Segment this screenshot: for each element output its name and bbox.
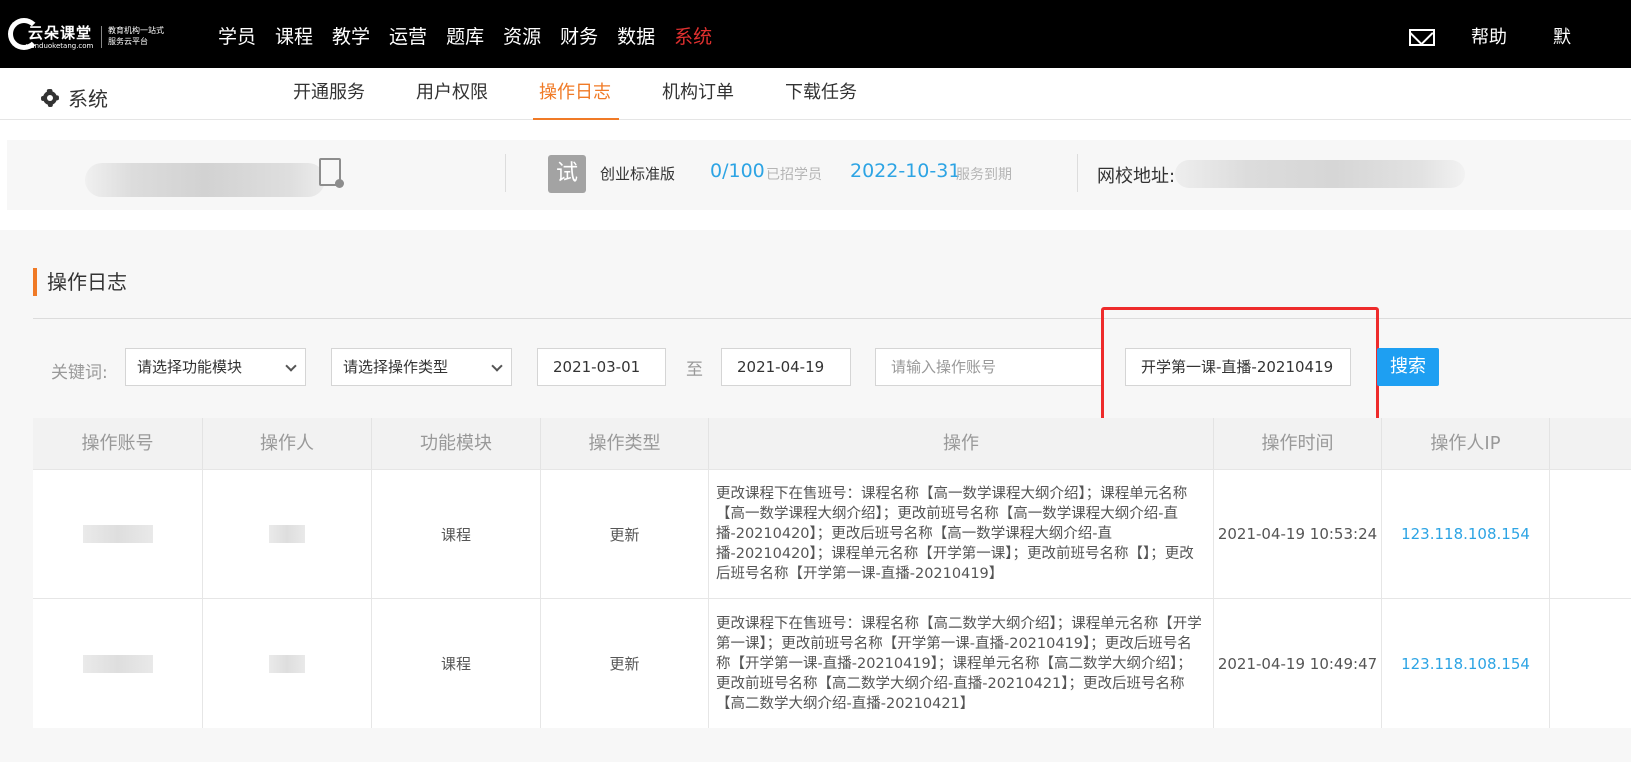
help-link[interactable]: 帮助 xyxy=(1471,23,1507,49)
tab-org-orders[interactable]: 机构订单 xyxy=(662,68,734,120)
keyword-label: 关键词: xyxy=(51,363,108,383)
col-header-time: 操作时间 xyxy=(1214,418,1382,470)
table-row: 课程 更新 更改课程下在售班号：课程名称【高二数学大纲介绍】；课程单元名称【开学… xyxy=(33,598,1631,728)
nav-item-question-bank[interactable]: 题库 xyxy=(446,22,484,49)
main-nav: 学员 课程 教学 运营 题库 资源 财务 数据 系统 xyxy=(218,22,731,49)
mail-icon[interactable] xyxy=(1409,29,1435,46)
cell-type: 更新 xyxy=(541,470,709,598)
user-menu[interactable]: 默 xyxy=(1553,23,1571,49)
blurred-account xyxy=(82,654,153,673)
highlight-box xyxy=(1101,307,1379,426)
chevron-down-icon xyxy=(285,360,297,372)
page-title: 操作日志 xyxy=(33,268,127,296)
gear-icon xyxy=(38,86,62,110)
nav-item-resources[interactable]: 资源 xyxy=(503,22,541,49)
expire-label: 服务到期 xyxy=(956,167,1012,183)
cell-ip[interactable]: 123.118.108.154 xyxy=(1382,599,1550,728)
top-nav-bar: 云朵课堂 yunduoketang.com 教育机构一站式服务云平台 学员 课程… xyxy=(0,0,1631,68)
cell-operator xyxy=(203,599,372,728)
title-divider xyxy=(33,318,1631,319)
edition-label: 创业标准版 xyxy=(600,165,676,183)
table-header: 操作账号 操作人 功能模块 操作类型 操作 操作时间 操作人IP xyxy=(33,418,1631,470)
cell-operation: 更改课程下在售班号：课程名称【高一数学课程大纲介绍】；课程单元名称【高一数学课程… xyxy=(709,470,1214,598)
blurred-operator xyxy=(269,525,305,543)
cell-type: 更新 xyxy=(541,599,709,728)
divider xyxy=(505,154,506,192)
cell-module: 课程 xyxy=(372,470,541,598)
tab-open-services[interactable]: 开通服务 xyxy=(293,68,365,120)
col-header-operator: 操作人 xyxy=(203,418,372,470)
col-header-ip: 操作人IP xyxy=(1382,418,1550,470)
divider xyxy=(1077,154,1078,192)
tab-operation-log[interactable]: 操作日志 xyxy=(533,68,619,120)
expire-date: 2022-10-31 xyxy=(850,160,961,182)
brand-logo[interactable]: 云朵课堂 yunduoketang.com 教育机构一站式服务云平台 xyxy=(8,14,164,54)
cell-module: 课程 xyxy=(372,599,541,728)
chevron-down-icon xyxy=(491,360,503,372)
start-date-input[interactable]: 2021-03-01 xyxy=(537,348,666,386)
section-header: 系统 xyxy=(38,83,108,112)
tab-download-tasks[interactable]: 下载任务 xyxy=(785,68,857,120)
nav-item-data[interactable]: 数据 xyxy=(617,22,655,49)
nav-item-students[interactable]: 学员 xyxy=(218,22,256,49)
brand-domain: yunduoketang.com xyxy=(26,42,94,50)
cell-ip[interactable]: 123.118.108.154 xyxy=(1382,470,1550,598)
cell-time: 2021-04-19 10:53:24 xyxy=(1214,470,1382,598)
cell-time: 2021-04-19 10:49:47 xyxy=(1214,599,1382,728)
cell-operation: 更改课程下在售班号：课程名称【高二数学大纲介绍】；课程单元名称【开学第一课】；更… xyxy=(709,599,1214,728)
nav-item-operations[interactable]: 运营 xyxy=(389,22,427,49)
blurred-operator xyxy=(269,654,305,673)
col-header-operation: 操作 xyxy=(709,418,1214,470)
tab-user-permissions[interactable]: 用户权限 xyxy=(416,68,488,120)
end-date-input[interactable]: 2021-04-19 xyxy=(721,348,851,386)
sub-nav-tabs: 开通服务 用户权限 操作日志 机构订单 下载任务 xyxy=(293,68,908,120)
section-title: 系统 xyxy=(68,87,108,111)
col-header-module: 功能模块 xyxy=(372,418,541,470)
nav-item-finance[interactable]: 财务 xyxy=(560,22,598,49)
table-row: 课程 更新 更改课程下在售班号：课程名称【高一数学课程大纲介绍】；课程单元名称【… xyxy=(33,469,1631,598)
cell-account xyxy=(33,599,203,728)
account-input[interactable]: 请输入操作账号 xyxy=(875,348,1103,386)
blurred-account xyxy=(82,525,153,543)
brand-slogan: 教育机构一站式服务云平台 xyxy=(108,26,164,46)
blurred-school-url xyxy=(1175,160,1465,188)
edit-info-icon[interactable] xyxy=(319,158,344,188)
module-select[interactable]: 请选择功能模块 xyxy=(125,348,306,386)
school-url-label: 网校地址: xyxy=(1097,166,1176,187)
sub-nav-bar: 系统 开通服务 用户权限 操作日志 机构订单 下载任务 xyxy=(0,68,1631,120)
cell-operator xyxy=(203,470,372,598)
brand-name: 云朵课堂 xyxy=(28,24,93,42)
blurred-school-name xyxy=(85,163,325,197)
type-select-value: 请选择操作类型 xyxy=(343,358,449,376)
students-count: 0/100 xyxy=(710,160,765,182)
date-range-separator: 至 xyxy=(686,360,703,380)
col-header-type: 操作类型 xyxy=(541,418,709,470)
search-button[interactable]: 搜索 xyxy=(1377,348,1439,386)
trial-badge: 试 xyxy=(548,155,586,193)
nav-item-courses[interactable]: 课程 xyxy=(275,22,313,49)
col-header-account: 操作账号 xyxy=(33,418,203,470)
school-info-bar: 试 创业标准版 0/100 已招学员 2022-10-31 服务到期 网校地址: xyxy=(7,140,1631,210)
nav-item-teaching[interactable]: 教学 xyxy=(332,22,370,49)
students-label: 已招学员 xyxy=(766,167,822,183)
module-select-value: 请选择功能模块 xyxy=(137,358,243,376)
nav-item-system[interactable]: 系统 xyxy=(674,22,712,49)
type-select[interactable]: 请选择操作类型 xyxy=(331,348,512,386)
cell-account xyxy=(33,470,203,598)
logo-divider xyxy=(101,26,102,48)
